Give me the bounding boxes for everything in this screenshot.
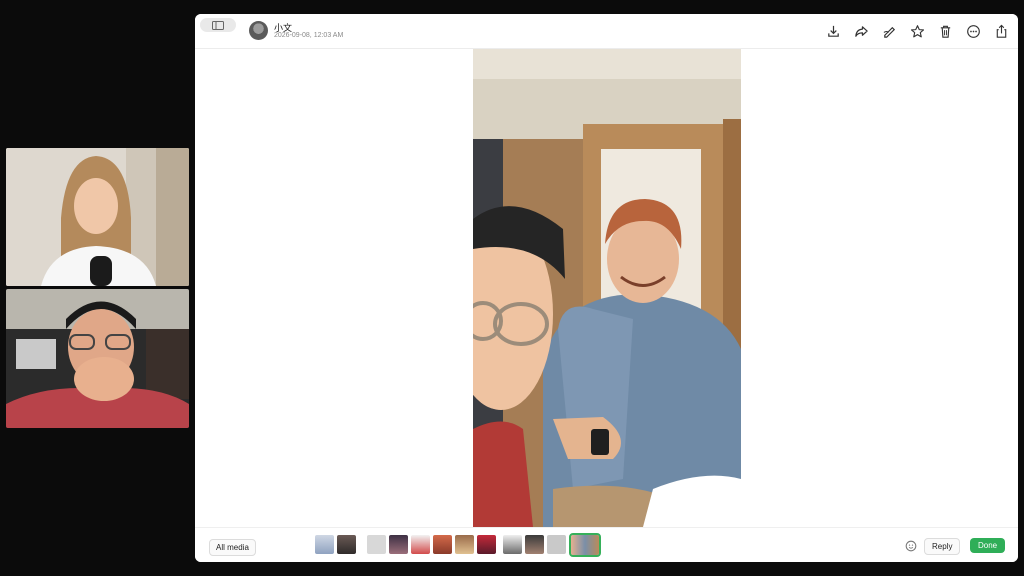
annotate-icon bbox=[883, 26, 896, 38]
trash-icon bbox=[940, 25, 951, 38]
media-thumbnail[interactable] bbox=[337, 535, 356, 554]
sidebar-toggle-button[interactable] bbox=[200, 18, 236, 32]
share-button[interactable] bbox=[993, 23, 1010, 40]
media-thumbnail[interactable] bbox=[525, 535, 544, 554]
media-thumbnail[interactable] bbox=[389, 535, 408, 554]
viewer-bottom-bar: All media Reply Done bbox=[195, 527, 1018, 562]
share-icon bbox=[996, 24, 1007, 38]
viewer-toolbar bbox=[825, 23, 1010, 40]
media-thumbnail[interactable] bbox=[503, 535, 522, 554]
forward-icon bbox=[855, 26, 868, 37]
participant-2-video bbox=[6, 289, 189, 428]
reaction-button[interactable] bbox=[904, 539, 918, 553]
download-icon bbox=[828, 25, 839, 37]
favorite-button[interactable] bbox=[909, 23, 926, 40]
more-options-button[interactable] bbox=[965, 23, 982, 40]
media-thumbnail[interactable] bbox=[411, 535, 430, 554]
video-tile-participant-2[interactable] bbox=[6, 289, 189, 428]
media-thumbnail[interactable] bbox=[547, 535, 566, 554]
media-thumbnail[interactable] bbox=[315, 535, 334, 554]
forward-button[interactable] bbox=[853, 23, 870, 40]
media-thumbnail[interactable] bbox=[455, 535, 474, 554]
delete-button[interactable] bbox=[937, 23, 954, 40]
media-thumbnail[interactable] bbox=[477, 535, 496, 554]
annotate-button[interactable] bbox=[881, 23, 898, 40]
media-thumbnail[interactable] bbox=[367, 535, 386, 554]
sender-avatar[interactable] bbox=[249, 21, 268, 40]
download-button[interactable] bbox=[825, 23, 842, 40]
media-thumbnail-strip bbox=[315, 533, 601, 557]
viewer-titlebar: 小文 2026-09-08, 12:03 AM bbox=[195, 14, 1018, 49]
media-thumbnail-selected[interactable] bbox=[569, 533, 601, 557]
selfie-photo bbox=[473, 49, 741, 527]
more-icon bbox=[967, 25, 980, 38]
star-icon bbox=[910, 25, 925, 38]
smiley-icon bbox=[905, 540, 917, 552]
message-timestamp: 2026-09-08, 12:03 AM bbox=[274, 32, 344, 39]
media-thumbnail[interactable] bbox=[433, 535, 452, 554]
video-tile-participant-1[interactable] bbox=[6, 148, 189, 286]
done-button[interactable]: Done bbox=[970, 538, 1006, 553]
all-media-button[interactable]: All media bbox=[209, 539, 256, 556]
reply-button[interactable]: Reply bbox=[924, 538, 961, 555]
photo-preview[interactable] bbox=[473, 49, 741, 527]
image-viewer-window: 小文 2026-09-08, 12:03 AM All media Reply … bbox=[195, 14, 1018, 562]
participant-1-video bbox=[6, 148, 189, 286]
sidebar-icon bbox=[212, 20, 224, 30]
